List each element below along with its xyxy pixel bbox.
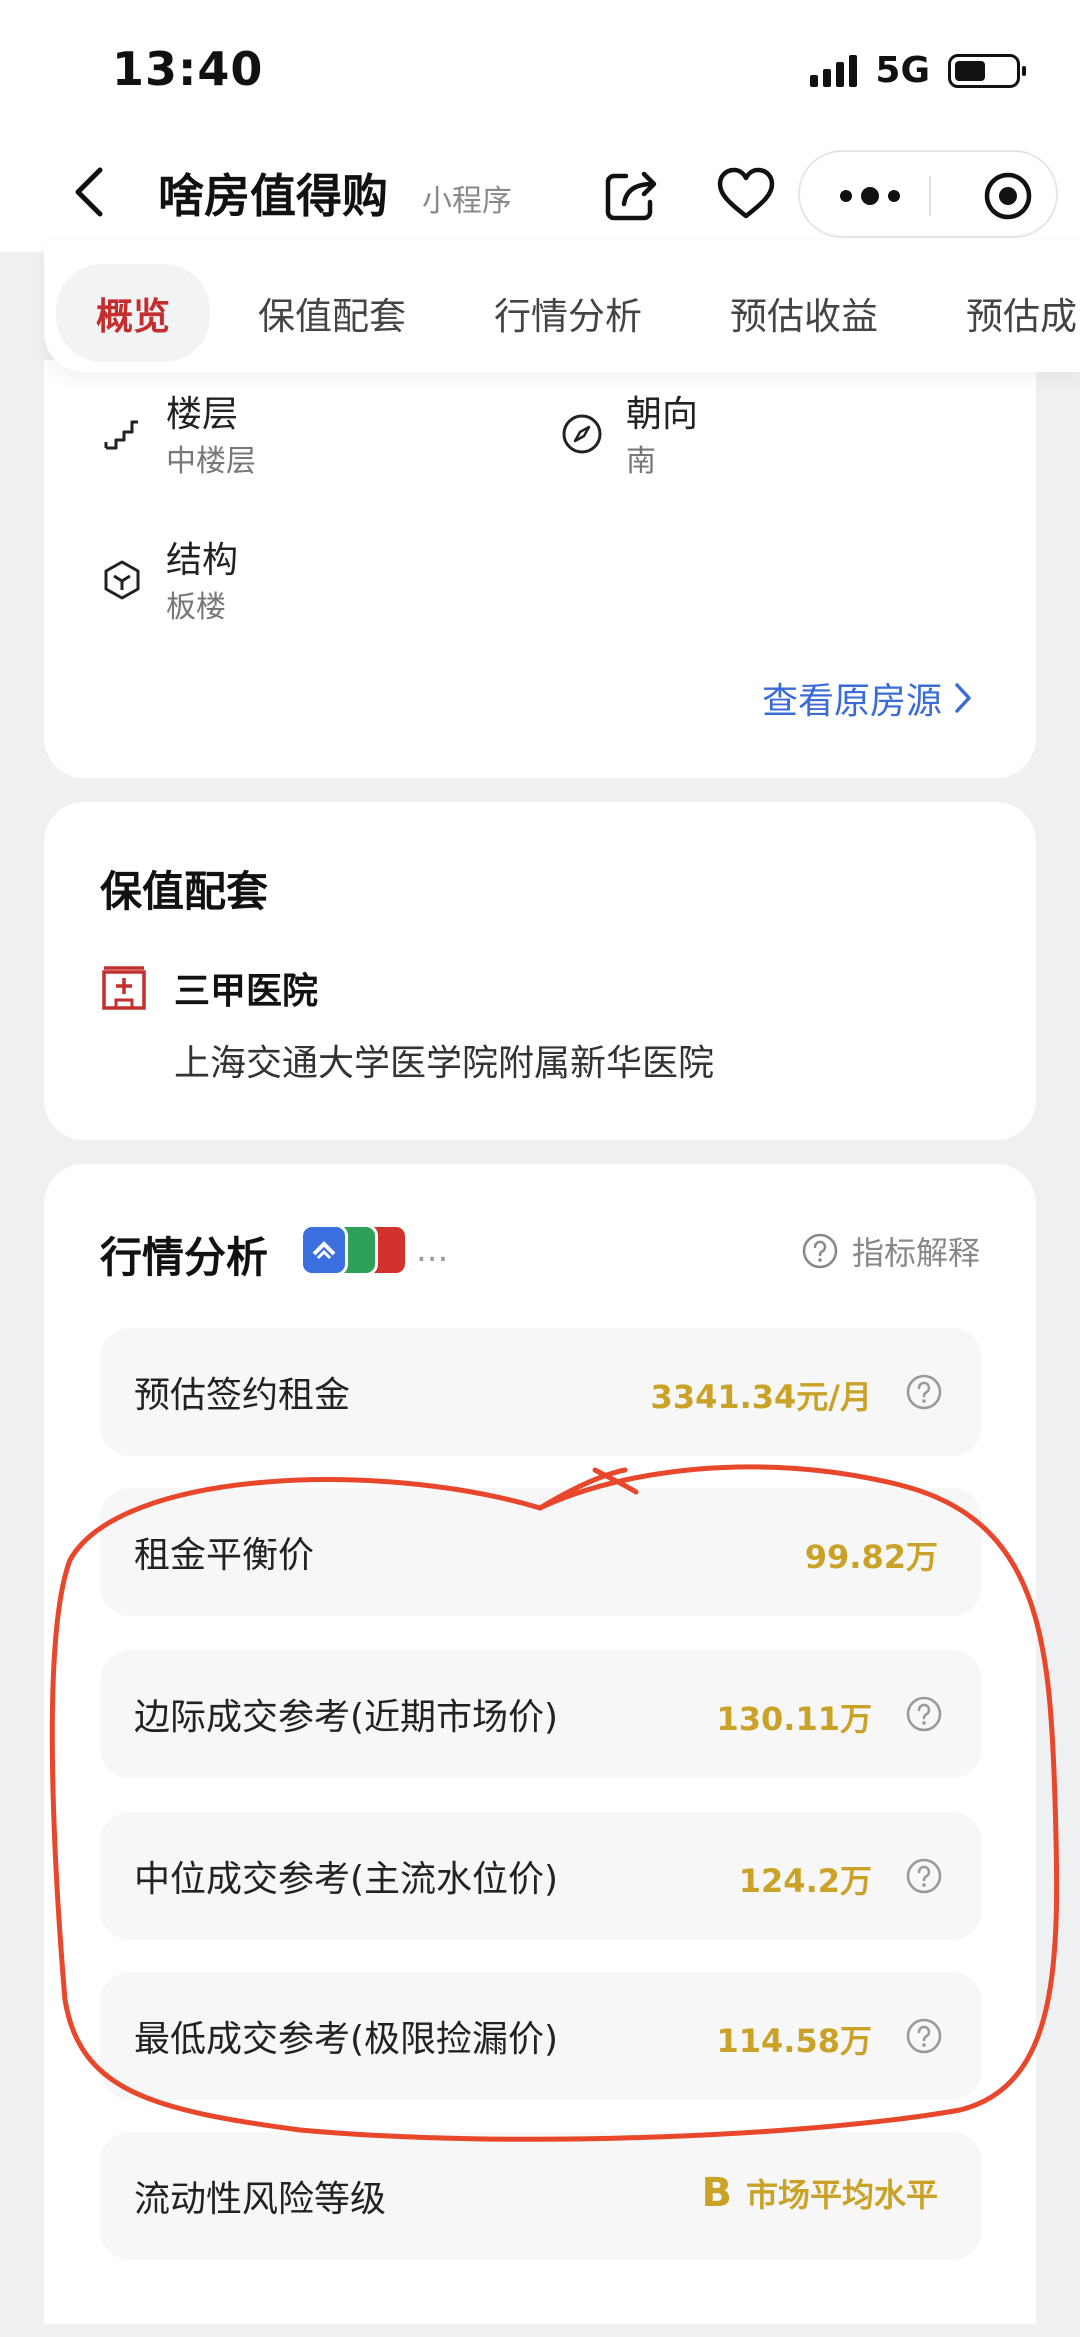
tab-overview[interactable]: 概览 <box>56 264 210 362</box>
battery-icon <box>948 53 1026 88</box>
metric-row-liquidity: 流动性风险等级 B 市场平均水平 <box>100 2132 982 2260</box>
structure-value: 板楼 <box>166 590 226 625</box>
tab-market-analysis[interactable]: 行情分析 <box>454 264 682 362</box>
metric-value: 3341.34元/月 <box>650 1378 872 1416</box>
market-analysis-card: 行情分析 ... 指标解释 预估签约租金 3341.34元/月 租金平衡价 99… <box>44 1164 1036 2324</box>
indicator-explain-link[interactable]: 指标解释 <box>800 1228 980 1274</box>
metric-value: 99.82万 <box>804 1538 938 1576</box>
metric-value: 130.11万 <box>716 1700 873 1738</box>
metric-label: 预估签约租金 <box>134 1375 351 1416</box>
tab-estimated-return[interactable]: 预估收益 <box>690 264 918 362</box>
amenities-card: 保值配套 三甲医院 上海交通大学医学院附属新华医院 <box>44 802 1036 1140</box>
metric-row-lowest: 最低成交参考(极限捡漏价) 114.58万 <box>100 1972 982 2100</box>
floor-attr: 楼层 中楼层 <box>100 390 256 484</box>
metric-label: 最低成交参考(极限捡漏价) <box>134 2019 559 2060</box>
tab-estimated-cost[interactable]: 预估成 <box>926 264 1080 362</box>
status-icons: 5G <box>810 50 1026 91</box>
orientation-value: 南 <box>626 444 656 479</box>
network-type: 5G <box>875 50 930 91</box>
structure-attr: 结构 板楼 <box>100 536 238 630</box>
indicator-explain-label: 指标解释 <box>851 1234 980 1272</box>
structure-cube-icon <box>104 560 140 600</box>
metric-row-median: 中位成交参考(主流水位价) 124.2万 <box>100 1812 982 1940</box>
mini-program-label: 小程序 <box>422 184 512 219</box>
metric-label: 租金平衡价 <box>134 1535 315 1576</box>
question-circle-icon[interactable] <box>904 1372 944 1412</box>
chevron-right-icon <box>955 683 971 713</box>
liquidity-label: 流动性风险等级 <box>134 2179 387 2220</box>
liquidity-grade: B 市场平均水平 <box>701 2170 938 2216</box>
metric-row-marginal: 边际成交参考(近期市场价) 130.11万 <box>100 1650 982 1778</box>
capsule-menu <box>798 150 1058 238</box>
question-circle-icon <box>802 1233 838 1269</box>
metric-value: 124.2万 <box>738 1862 872 1900</box>
view-source-label: 查看原房源 <box>761 681 942 722</box>
page-title: 啥房值得购 <box>158 169 388 223</box>
close-miniprogram-icon[interactable] <box>982 170 1034 222</box>
metric-row-rent: 预估签约租金 3341.34元/月 <box>100 1328 982 1456</box>
favorite-heart-icon[interactable] <box>714 162 778 226</box>
question-circle-icon[interactable] <box>904 1694 944 1734</box>
market-title: 行情分析 <box>100 1233 269 1282</box>
clock: 13:40 <box>112 42 264 96</box>
amenities-title: 保值配套 <box>100 867 269 916</box>
hospital-row: 三甲医院 <box>100 962 318 1014</box>
grade-letter: B <box>701 2170 732 2216</box>
source-badges[interactable]: ... <box>300 1224 448 1276</box>
compass-icon <box>562 414 602 454</box>
more-badges: ... <box>416 1230 449 1270</box>
view-source-link[interactable]: 查看原房源 <box>762 672 974 724</box>
app-badge-icon-blue <box>300 1224 348 1276</box>
property-info-card: 楼层 中楼层 朝向 南 结构 板楼 查看原房源 <box>44 360 1036 778</box>
hospital-type: 三甲医院 <box>174 971 319 1012</box>
grade-desc: 市场平均水平 <box>745 2176 938 2214</box>
floor-label: 楼层 <box>166 394 239 435</box>
more-options-icon[interactable] <box>830 176 910 216</box>
metric-label: 边际成交参考(近期市场价) <box>134 1697 559 1738</box>
section-tabs: 概览 保值配套 行情分析 预估收益 预估成 <box>44 240 1080 372</box>
metric-label: 中位成交参考(主流水位价) <box>134 1859 559 1900</box>
nav-bar: 啥房值得购 小程序 <box>0 140 1080 252</box>
back-icon[interactable] <box>62 162 122 222</box>
question-circle-icon[interactable] <box>904 2016 944 2056</box>
metric-value: 114.58万 <box>716 2022 873 2060</box>
metric-row-rent-balance: 租金平衡价 99.82万 <box>100 1488 982 1616</box>
orientation-attr: 朝向 南 <box>560 390 698 484</box>
structure-label: 结构 <box>166 540 239 581</box>
orientation-label: 朝向 <box>626 394 699 435</box>
stairs-icon <box>104 420 138 450</box>
floor-value: 中楼层 <box>166 444 256 479</box>
share-icon[interactable] <box>600 162 664 226</box>
status-bar: 13:40 5G <box>0 0 1080 140</box>
question-circle-icon[interactable] <box>904 1856 944 1896</box>
tab-amenities[interactable]: 保值配套 <box>218 264 446 362</box>
signal-icon <box>810 54 858 87</box>
hospital-name: 上海交通大学医学院附属新华医院 <box>174 1043 715 1084</box>
hospital-icon <box>102 966 146 1010</box>
